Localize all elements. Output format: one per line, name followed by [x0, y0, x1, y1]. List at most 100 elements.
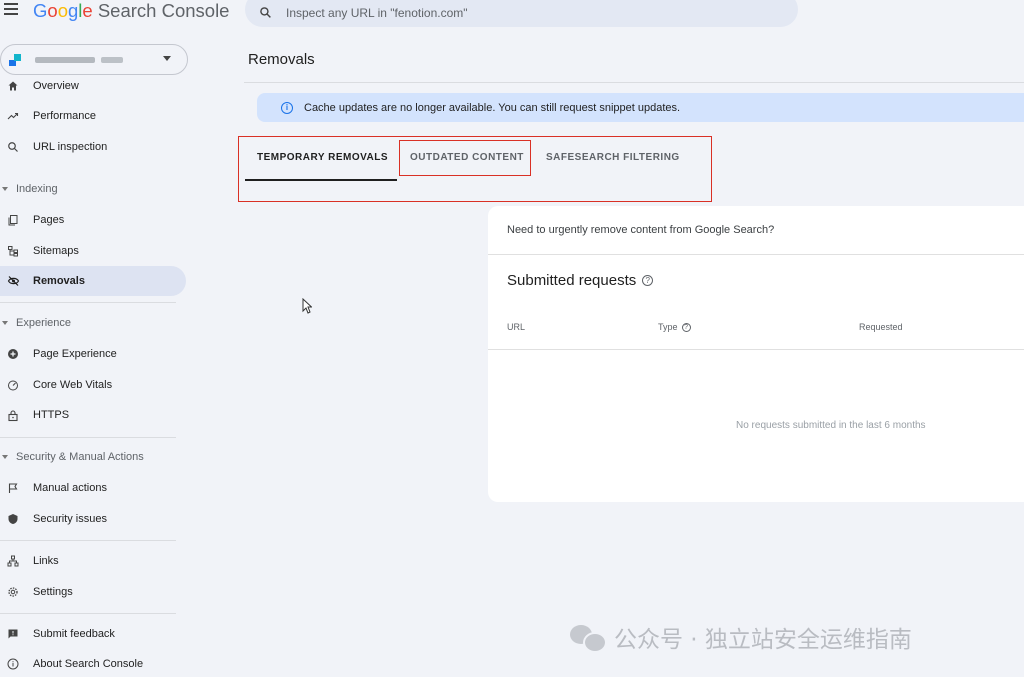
section-label: Security & Manual Actions: [16, 451, 144, 463]
menu-bar: [4, 13, 18, 15]
menu-bar: [4, 8, 18, 10]
column-label: Requested: [859, 322, 903, 332]
sidebar-item-performance[interactable]: Performance: [0, 101, 186, 131]
column-label: URL: [507, 322, 526, 332]
logo-letter: e: [82, 0, 93, 21]
section-label: Experience: [16, 317, 72, 329]
eye-off-icon: [6, 274, 20, 288]
sidebar-item-removals[interactable]: Removals: [0, 266, 186, 296]
removals-card: Need to urgently remove content from Goo…: [488, 206, 1024, 502]
sidebar-item-label: Submit feedback: [33, 628, 115, 640]
section-security[interactable]: Security & Manual Actions: [0, 451, 144, 463]
logo-letter: g: [67, 0, 79, 21]
sidebar-item-label: Core Web Vitals: [33, 379, 113, 391]
sidebar-item-label: Page Experience: [33, 348, 117, 360]
search-icon: [6, 140, 20, 154]
sitemap-icon: [6, 244, 20, 258]
sidebar-item-sitemaps[interactable]: Sitemaps: [0, 236, 186, 266]
sidebar-divider: [0, 613, 176, 614]
sidebar-divider: [0, 437, 176, 438]
sidebar-item-label: Manual actions: [33, 482, 107, 494]
sidebar-item-url-inspection[interactable]: URL inspection: [0, 132, 186, 162]
sidebar-item-settings[interactable]: Settings: [0, 577, 186, 607]
sidebar-item-core-web-vitals[interactable]: Core Web Vitals: [0, 370, 186, 400]
page-title: Removals: [248, 51, 315, 68]
plus-circle-icon: [6, 347, 20, 361]
tab-outdated-content[interactable]: OUTDATED CONTENT: [410, 152, 524, 163]
home-icon: [6, 79, 20, 93]
trending-up-icon: [6, 109, 20, 123]
sidebar-item-https[interactable]: HTTPS: [0, 400, 186, 430]
logo-letter: o: [57, 0, 68, 21]
watermark-text: 公众号 · 独立站安全运维指南: [614, 627, 912, 653]
column-header-type[interactable]: Type ?: [658, 322, 691, 332]
sidebar-item-label: HTTPS: [33, 409, 70, 421]
tab-selected-indicator: [245, 179, 397, 181]
help-icon[interactable]: ?: [681, 322, 691, 332]
sidebar-item-about[interactable]: About Search Console: [0, 649, 186, 677]
mouse-cursor-icon: [302, 298, 312, 314]
collapse-icon: [2, 321, 8, 325]
sidebar-item-label: Removals: [33, 275, 85, 287]
submitted-requests-heading: Submitted requests ?: [507, 272, 654, 289]
gauge-icon: [6, 378, 20, 392]
sidebar-divider: [0, 302, 176, 303]
sidebar-item-label: Settings: [33, 586, 73, 598]
sidebar-item-pages[interactable]: Pages: [0, 205, 186, 235]
collapse-icon: [2, 455, 8, 459]
urgent-removal-prompt[interactable]: Need to urgently remove content from Goo…: [507, 224, 774, 236]
sidebar-item-label: Links: [33, 555, 59, 567]
section-indexing[interactable]: Indexing: [0, 183, 58, 195]
lock-icon: [6, 408, 20, 422]
sidebar-item-security-issues[interactable]: Security issues: [0, 504, 186, 534]
sidebar-item-manual-actions[interactable]: Manual actions: [0, 473, 186, 503]
help-icon[interactable]: ?: [642, 275, 654, 286]
collapse-icon: [2, 187, 8, 191]
property-icon: [9, 53, 23, 66]
sidebar-divider: [0, 540, 176, 541]
sidebar-item-label: About Search Console: [33, 658, 144, 670]
property-selector[interactable]: [0, 44, 188, 75]
info-icon: i: [281, 101, 293, 114]
sidebar-item-label: URL inspection: [33, 141, 108, 153]
links-icon: [6, 554, 20, 568]
table-header-divider: [488, 349, 1024, 350]
search-input[interactable]: [286, 5, 746, 20]
sidebar-item-label: Overview: [33, 80, 79, 92]
title-divider: [244, 82, 1024, 83]
wechat-icon: [570, 623, 607, 653]
info-icon: [6, 657, 20, 671]
url-inspection-search[interactable]: [245, 0, 798, 27]
sidebar-item-label: Performance: [33, 110, 96, 122]
banner-text: Cache updates are no longer available. Y…: [304, 101, 681, 114]
logo-letter: o: [47, 0, 58, 21]
chevron-down-icon: [163, 56, 171, 61]
column-label: Type: [658, 322, 678, 332]
tab-temporary-removals[interactable]: TEMPORARY REMOVALS: [257, 152, 388, 163]
gear-icon: [6, 585, 20, 599]
menu-bar: [4, 3, 18, 5]
sidebar-item-links[interactable]: Links: [0, 546, 186, 576]
property-name-redacted: [35, 56, 95, 63]
section-label: Indexing: [16, 183, 58, 195]
property-name-redacted: [101, 56, 123, 63]
sidebar-item-page-experience[interactable]: Page Experience: [0, 339, 186, 369]
app-logo[interactable]: Google Search Console: [33, 0, 229, 22]
sidebar-item-submit-feedback[interactable]: Submit feedback: [0, 619, 186, 649]
sidebar-item-overview[interactable]: Overview: [0, 72, 186, 100]
empty-state-message: No requests submitted in the last 6 mont…: [736, 420, 926, 431]
watermark: 公众号 · 独立站安全运维指南: [570, 620, 912, 654]
search-icon: [260, 7, 271, 18]
logo-letter: G: [33, 0, 48, 21]
column-header-url[interactable]: URL: [507, 322, 525, 332]
column-header-requested[interactable]: Requested: [859, 322, 903, 332]
sidebar-item-label: Security issues: [33, 513, 107, 525]
tab-safesearch-filtering[interactable]: SAFESEARCH FILTERING: [546, 152, 680, 163]
section-experience[interactable]: Experience: [0, 317, 71, 329]
sidebar-item-label: Sitemaps: [33, 245, 79, 257]
heading-text: Submitted requests: [507, 272, 637, 289]
flag-icon: [6, 481, 20, 495]
main-menu-button[interactable]: [4, 0, 22, 18]
feedback-icon: [6, 627, 20, 641]
app-title: Search Console: [97, 0, 230, 21]
